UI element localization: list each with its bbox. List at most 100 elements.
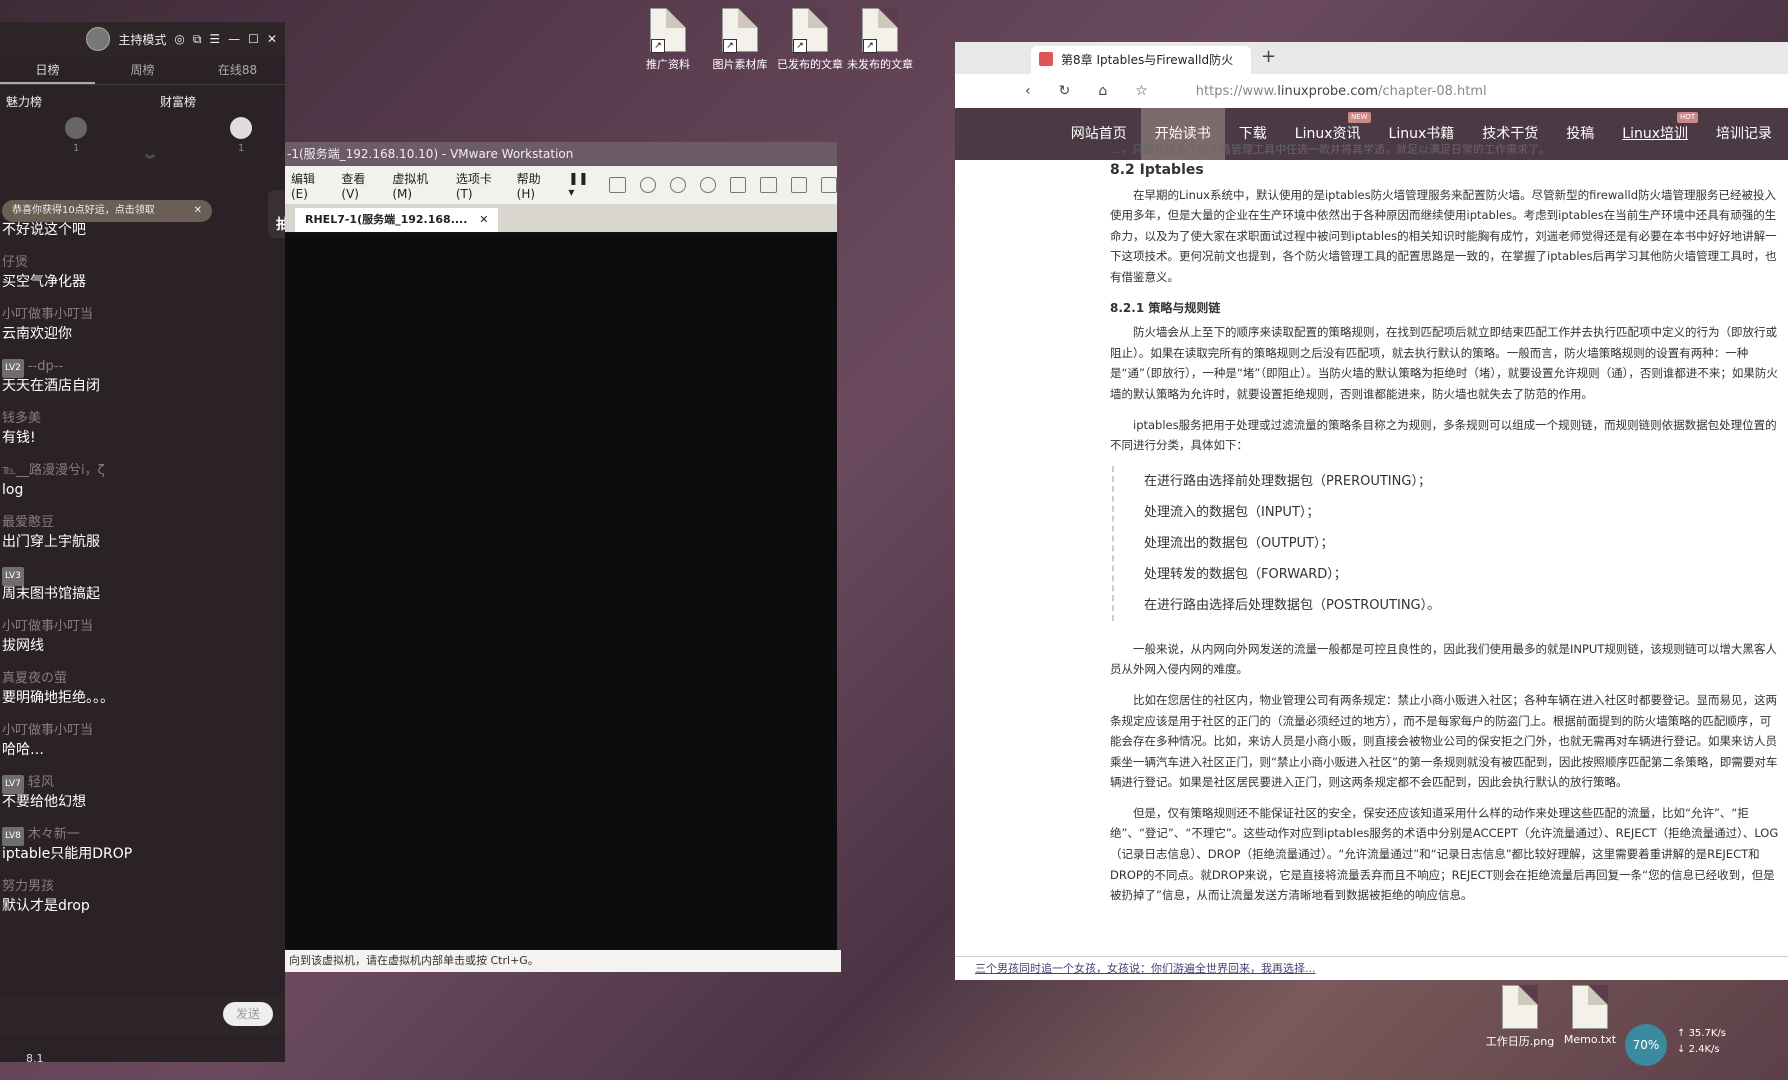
- desktop-icon-images[interactable]: ↗ 图片素材库: [700, 8, 780, 72]
- send-button[interactable]: 发送: [223, 1002, 273, 1026]
- chat-user[interactable]: LV3: [2, 565, 285, 586]
- tab-daily[interactable]: 日榜: [0, 56, 95, 84]
- chat-text: 默认才是drop: [2, 898, 90, 914]
- desktop-icon-label: 推广资料: [646, 58, 690, 71]
- chain-list: 在进行路由选择前处理数据包（PREROUTING）； 处理流入的数据包（INPU…: [1112, 465, 1782, 621]
- menu-icon[interactable]: ☰: [209, 32, 220, 46]
- download-value: 2.4K/s: [1688, 1044, 1720, 1055]
- chat-user[interactable]: 最爱憨豆: [2, 513, 285, 532]
- desktop-icon-memo[interactable]: Memo.txt: [1550, 985, 1630, 1046]
- tab-rhel7[interactable]: RHEL7-1(服务端_192.168.... ✕: [295, 208, 499, 232]
- chat-user[interactable]: 小叮做事小叮当: [2, 305, 285, 324]
- url-domain: linuxprobe.com: [1277, 83, 1379, 99]
- chat-text: 天天在酒店自闭: [2, 378, 100, 394]
- browser-tab-bar: 第8章 Iptables与Firewalld防火 +: [955, 42, 1788, 74]
- revert-snapshot-icon[interactable]: [669, 177, 686, 193]
- url-bar[interactable]: https://www.linuxprobe.com/chapter-08.ht…: [1196, 84, 1487, 99]
- live-topbar: 主持模式 ◎ ⧉ ☰ — ☐ ✕: [0, 22, 285, 56]
- menu-bar: 编辑(E) 查看(V) 虚拟机(M) 选项卡(T) 帮助(H) ❚❚ ▾: [285, 166, 838, 204]
- chat-user[interactable]: 真夏夜の萤: [2, 669, 285, 688]
- desktop-icon-promo[interactable]: ↗ 推广资料: [628, 8, 708, 72]
- chat-user[interactable]: ℡__路漫漫兮i，ζ: [2, 461, 285, 480]
- send-keys-icon[interactable]: [609, 177, 626, 193]
- minimize-icon[interactable]: —: [228, 32, 240, 46]
- close-icon[interactable]: ✕: [267, 32, 277, 46]
- fullscreen-icon[interactable]: [790, 177, 807, 193]
- menu-item-vm[interactable]: 虚拟机(M): [392, 170, 442, 201]
- unity-icon[interactable]: [820, 177, 838, 193]
- chevron-down-icon[interactable]: ︾: [145, 151, 155, 166]
- maximize-icon[interactable]: ☐: [248, 32, 259, 46]
- text-file-icon: [1572, 985, 1608, 1029]
- desktop-icon-published[interactable]: ↗ 已发布的文章: [770, 8, 850, 72]
- hot-badge: HOT: [1676, 112, 1698, 123]
- chat-user[interactable]: 钱多美: [2, 409, 285, 428]
- desktop-icon-label: 工作日历.png: [1485, 1035, 1555, 1048]
- home-icon[interactable]: ⌂: [1098, 83, 1107, 99]
- folder-doc-icon: ↗: [862, 8, 898, 53]
- chat-user[interactable]: 努力男孩: [2, 877, 285, 896]
- chat-user[interactable]: 仔煲: [2, 253, 285, 272]
- vmware-window: -1(服务端_192.168.10.10) - VMware Workstati…: [285, 142, 841, 972]
- chat-user[interactable]: 小叮做事小叮当: [2, 721, 285, 740]
- chat-input-bar[interactable]: ☺ 发送: [0, 996, 285, 1034]
- host-mode-label[interactable]: 主持模式: [118, 31, 166, 48]
- section-heading: 8.2 Iptables: [1110, 162, 1204, 178]
- list-item: 努力男孩 默认才是drop: [2, 877, 285, 916]
- desktop-icon-unpublished[interactable]: ↗ 未发布的文章: [840, 8, 920, 72]
- console-view-icon[interactable]: [760, 177, 777, 193]
- list-item: 小叮做事小叮当 拔网线: [2, 617, 285, 656]
- back-icon[interactable]: ‹: [1025, 83, 1031, 99]
- article-paragraph: 但是，仅有策略规则还不能保证社区的安全，保安还应该知道采用什么样的动作来处理这些…: [1110, 805, 1779, 903]
- chat-text: 出门穿上宇航服: [2, 534, 100, 550]
- upload-value: 35.7K/s: [1688, 1028, 1726, 1039]
- manage-snapshot-icon[interactable]: [699, 177, 717, 193]
- menu-item-help[interactable]: 帮助(H): [517, 170, 555, 201]
- close-icon[interactable]: ✕: [194, 200, 202, 222]
- rank-count: 1: [73, 143, 80, 154]
- window-title: -1(服务端_192.168.10.10) - VMware Workstati…: [285, 142, 837, 166]
- star-icon[interactable]: ☆: [1135, 83, 1148, 99]
- chat-user[interactable]: 小叮做事小叮当: [2, 617, 285, 636]
- vm-console-screen[interactable]: [285, 234, 837, 948]
- snapshot-icon[interactable]: [639, 177, 656, 193]
- footer-ad-link[interactable]: 三个男孩同时追一个女孩，女孩说：你们游遍全世界回来，我再选择...: [955, 956, 1788, 980]
- menu-item-tabs[interactable]: 选项卡(T): [456, 170, 503, 201]
- tab-chapter-08[interactable]: 第8章 Iptables与Firewalld防火: [1031, 46, 1251, 74]
- list-item: 小叮做事小叮当 哈哈…: [2, 721, 285, 760]
- avatar[interactable]: [230, 117, 252, 139]
- chat-user[interactable]: LV8 木々新一: [2, 825, 285, 846]
- network-speed-widget[interactable]: 70% ↑ 35.7K/s ↓ 2.4K/s: [1625, 1020, 1785, 1070]
- reload-icon[interactable]: ↻: [1059, 83, 1071, 99]
- chat-user[interactable]: LV2 --dp--: [2, 357, 285, 378]
- luck-notice[interactable]: 恭喜你获得10点好运，点击领取 ✕: [2, 200, 212, 222]
- subsection-heading: 8.2.1 策略与规则链: [1110, 300, 1221, 315]
- list-item: 处理流出的数据包（OUTPUT）；: [1144, 535, 1334, 551]
- menu-item-view[interactable]: 查看(V): [341, 170, 378, 201]
- browser-window: 第8章 Iptables与Firewalld防火 + ‹ ↻ ⌂ ☆ https…: [955, 42, 1788, 980]
- menu-item-edit[interactable]: 编辑(E): [291, 170, 327, 201]
- rank-boards: 魅力榜 财富榜 1 1 ︾: [0, 85, 285, 175]
- rank-tabs: 日榜 周榜 在线88: [0, 56, 285, 85]
- settings-icon[interactable]: ◎: [174, 32, 184, 46]
- avatar[interactable]: [86, 27, 111, 51]
- chat-user[interactable]: LV7 轻风: [2, 773, 285, 794]
- upload-speed: ↑ 35.7K/s: [1677, 1028, 1726, 1039]
- desktop-icon-calendar[interactable]: 工作日历.png: [1480, 985, 1560, 1049]
- close-icon[interactable]: ✕: [479, 213, 488, 226]
- chat-text: log: [2, 482, 24, 498]
- wealth-rank-label: 财富榜: [160, 95, 197, 109]
- tab-online[interactable]: 在线88: [190, 56, 285, 84]
- new-tab-button[interactable]: +: [1261, 46, 1276, 67]
- pause-icon[interactable]: ❚❚ ▾: [568, 171, 595, 199]
- tab-weekly[interactable]: 周榜: [95, 56, 190, 84]
- list-item: ℡__路漫漫兮i，ζ log: [2, 461, 285, 500]
- new-badge: NEW: [1347, 112, 1371, 123]
- article-paragraph: 比如在您居住的社区内，物业管理公司有两条规定：禁止小商小贩进入社区；各种车辆在进…: [1110, 692, 1778, 790]
- popout-icon[interactable]: ⧉: [193, 32, 202, 47]
- avatar[interactable]: [65, 117, 87, 139]
- library-icon[interactable]: [730, 177, 747, 193]
- desktop-icon-label: 未发布的文章: [847, 58, 913, 71]
- chat-text: 拔网线: [2, 638, 44, 654]
- list-item: 小叮做事小叮当 云南欢迎你: [2, 305, 285, 344]
